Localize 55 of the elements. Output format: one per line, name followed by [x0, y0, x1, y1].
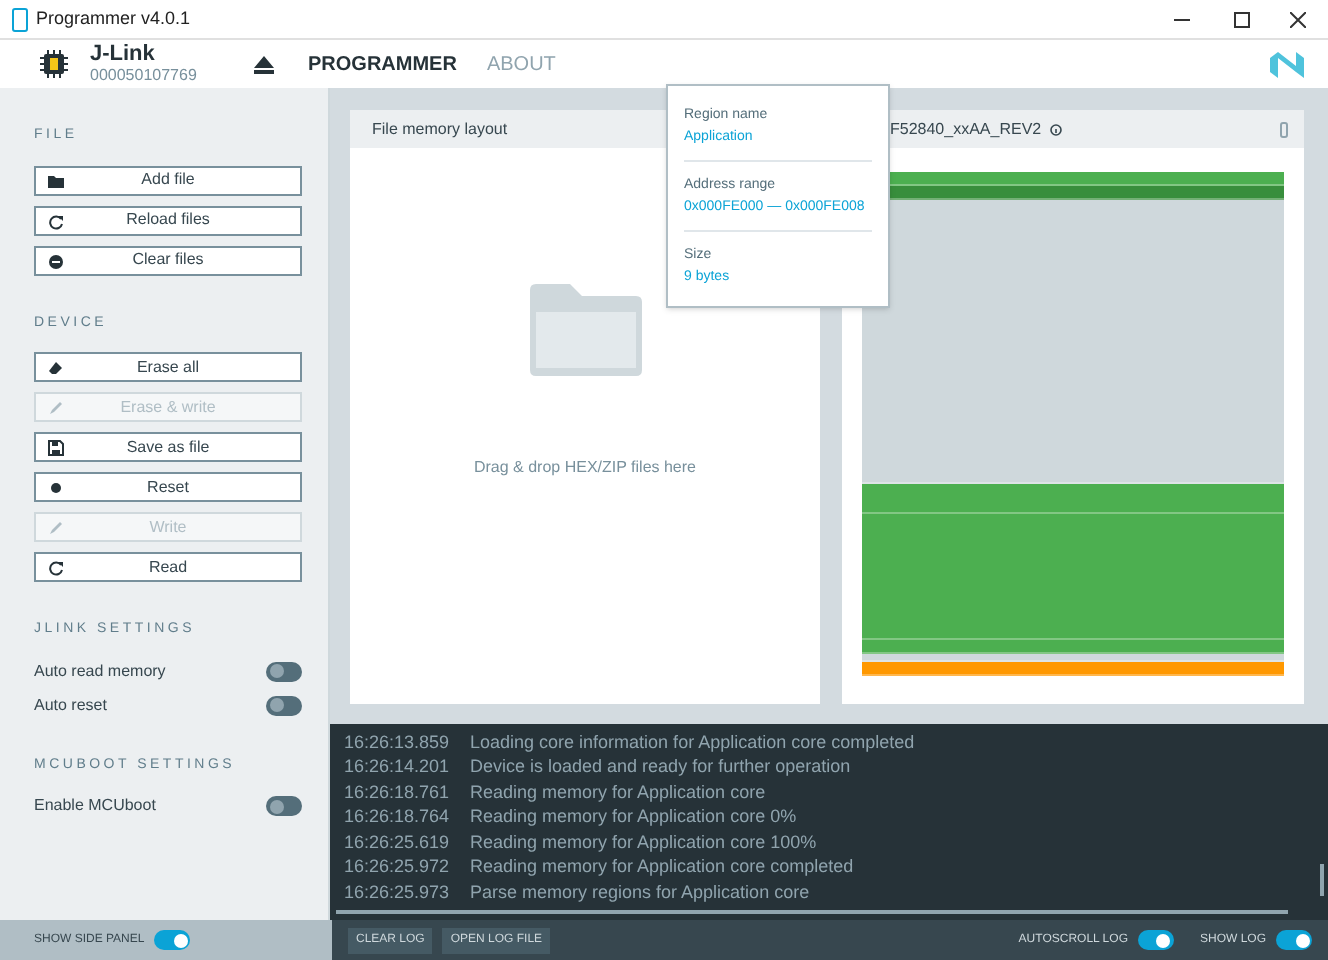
- drop-hint: Drag & drop HEX/ZIP files here: [473, 456, 696, 480]
- vertical-scrollbar: [1320, 864, 1324, 896]
- sidebar-button[interactable]: Clear files: [34, 245, 302, 275]
- toggle-switch[interactable]: [266, 796, 302, 816]
- device-serial: 000050107769: [90, 68, 199, 84]
- eraser-icon: [48, 360, 64, 376]
- log-time: 16:26:18.761: [344, 779, 452, 805]
- sidebar-button[interactable]: Reload files: [34, 205, 302, 235]
- setting-label: Auto read memory: [34, 659, 166, 683]
- device-name: J-Link: [90, 44, 157, 66]
- eject-icon: [254, 55, 274, 73]
- close-icon: [1290, 11, 1306, 27]
- folder-icon: [529, 284, 641, 376]
- log-message: Device is loaded and ready for further operation: [470, 754, 851, 780]
- setting-label: Enable MCUboot: [34, 794, 156, 818]
- nav-tab[interactable]: PROGRAMMER: [308, 49, 457, 79]
- log-message: Reading memory for Application core completed: [470, 854, 854, 880]
- save-icon: [48, 440, 64, 456]
- log-time: 16:26:25.619: [344, 829, 452, 855]
- logo-icon: [1270, 51, 1304, 77]
- log-time: 16:26:14.201: [344, 754, 452, 780]
- log-time: 16:26:25.972: [344, 854, 452, 880]
- toggle-switch[interactable]: [266, 695, 302, 715]
- log-time: 16:26:25.973: [344, 879, 452, 905]
- log-message: Parse memory regions for Application core: [470, 879, 810, 906]
- sidebar-button[interactable]: Save as file: [34, 432, 302, 462]
- pencil-icon: [48, 520, 64, 536]
- info-icon: [1049, 123, 1062, 135]
- log-message: Reading memory for Application core 0%: [470, 804, 797, 830]
- toggle-switch[interactable]: [154, 930, 191, 950]
- app-icon: [12, 7, 28, 31]
- log-time: 16:26:18.764: [344, 804, 452, 830]
- toggle-switch[interactable]: [1137, 930, 1174, 950]
- reload-icon: [48, 560, 64, 576]
- toggle-switch[interactable]: [266, 661, 302, 681]
- log-message: Loading core information for Application core completed: [470, 729, 915, 756]
- chip-icon: [40, 50, 68, 78]
- setting-label: Auto reset: [34, 693, 107, 717]
- sidebar-button[interactable]: Read: [34, 552, 302, 582]
- sidebar-button[interactable]: Reset: [34, 472, 302, 502]
- toggle-switch[interactable]: [1276, 930, 1312, 950]
- log-time: 16:26:13.859: [344, 729, 452, 755]
- sidebar-button[interactable]: Erase all: [34, 352, 302, 382]
- dot-icon: [48, 480, 64, 496]
- maximize-icon: [1234, 11, 1250, 27]
- panel-title: F52840_xxAA_REV2: [890, 117, 1042, 141]
- pencil-icon: [48, 400, 64, 416]
- window-title: Programmer v4.0.1: [36, 5, 191, 32]
- reload-icon: [48, 213, 64, 229]
- minus-icon: [48, 253, 64, 269]
- folder-icon: [48, 173, 64, 189]
- log-message: Reading memory for Application core 100%: [470, 829, 817, 856]
- sidebar-button[interactable]: Add file: [34, 165, 302, 195]
- panel-title: File memory layout: [372, 117, 508, 141]
- log-message: Reading memory for Application core: [470, 779, 766, 806]
